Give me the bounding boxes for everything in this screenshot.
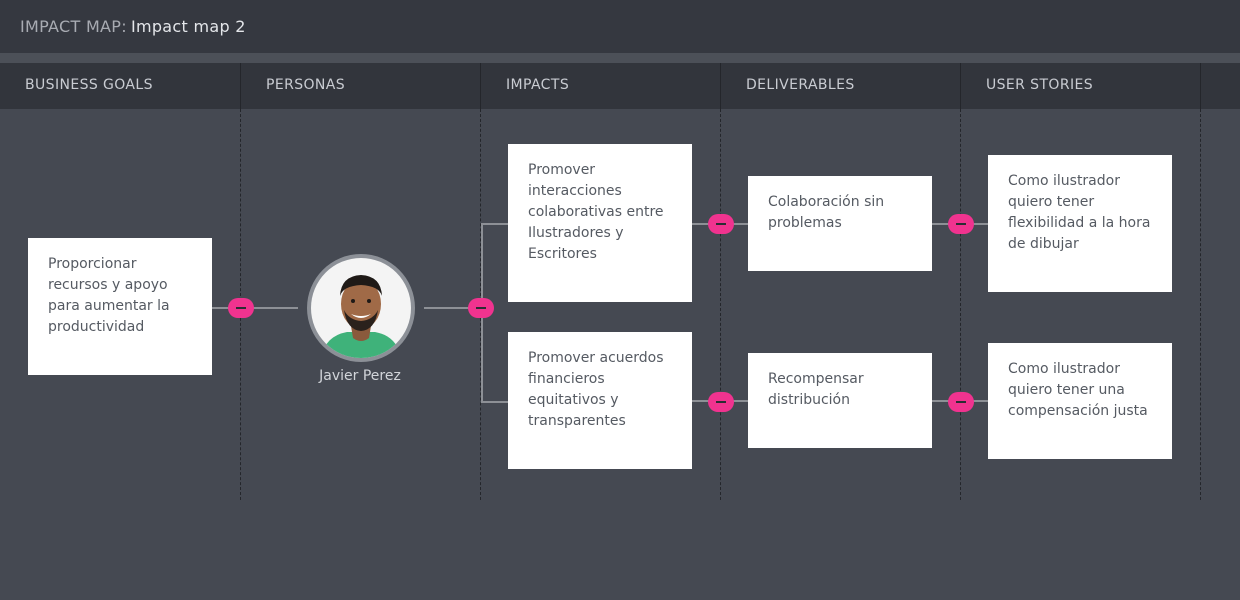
impact-card[interactable]: Promover acuerdos financieros equitativo… — [508, 332, 692, 469]
collapse-toggle-impact-2[interactable] — [708, 392, 734, 412]
business-goal-card[interactable]: Proporcionar recursos y apoyo para aumen… — [28, 238, 212, 375]
persona-avatar[interactable] — [307, 254, 415, 362]
column-header-impacts: IMPACTS — [481, 63, 721, 109]
column-header-user-stories: USER STORIES — [961, 63, 1201, 109]
user-story-card[interactable]: Como ilustrador quiero tener flexibilida… — [988, 155, 1172, 292]
page-title: IMPACT MAP: Impact map 2 — [20, 17, 246, 36]
column-header-deliverables: DELIVERABLES — [721, 63, 961, 109]
collapse-toggle-deliverable-2[interactable] — [948, 392, 974, 412]
persona-name: Javier Perez — [319, 368, 401, 384]
collapse-toggle-goal[interactable] — [228, 298, 254, 318]
column-header-personas: PERSONAS — [241, 63, 481, 109]
top-bar: IMPACT MAP: Impact map 2 — [0, 0, 1240, 53]
collapse-toggle-impact-1[interactable] — [708, 214, 734, 234]
user-story-text: Como ilustrador quiero tener una compens… — [1008, 361, 1148, 419]
connector-goal-persona — [212, 307, 298, 309]
header-separator — [0, 53, 1240, 63]
column-headers: BUSINESS GOALS PERSONAS IMPACTS DELIVERA… — [0, 63, 1240, 109]
impact-text: Promover interacciones colaborativas ent… — [528, 162, 664, 262]
collapse-toggle-deliverable-1[interactable] — [948, 214, 974, 234]
column-header-extra — [1201, 63, 1240, 109]
connector-impact-1 — [481, 223, 508, 225]
map-title[interactable]: Impact map 2 — [131, 17, 246, 36]
persona-photo — [311, 258, 411, 358]
deliverable-card[interactable]: Recompensar distribución — [748, 353, 932, 448]
user-story-card[interactable]: Como ilustrador quiero tener una compens… — [988, 343, 1172, 459]
deliverable-card[interactable]: Colaboración sin problemas — [748, 176, 932, 271]
deliverable-text: Recompensar distribución — [768, 371, 864, 408]
user-story-text: Como ilustrador quiero tener flexibilida… — [1008, 173, 1151, 252]
title-prefix: IMPACT MAP: — [20, 17, 127, 36]
column-divider — [960, 109, 961, 500]
collapse-toggle-persona[interactable] — [468, 298, 494, 318]
business-goal-text: Proporcionar recursos y apoyo para aumen… — [48, 256, 170, 335]
column-divider — [720, 109, 721, 500]
connector-impact-2 — [481, 401, 508, 403]
impact-text: Promover acuerdos financieros equitativo… — [528, 350, 664, 429]
column-header-business-goals: BUSINESS GOALS — [0, 63, 241, 109]
column-divider — [1200, 109, 1201, 500]
deliverable-text: Colaboración sin problemas — [768, 194, 885, 231]
impact-card[interactable]: Promover interacciones colaborativas ent… — [508, 144, 692, 302]
